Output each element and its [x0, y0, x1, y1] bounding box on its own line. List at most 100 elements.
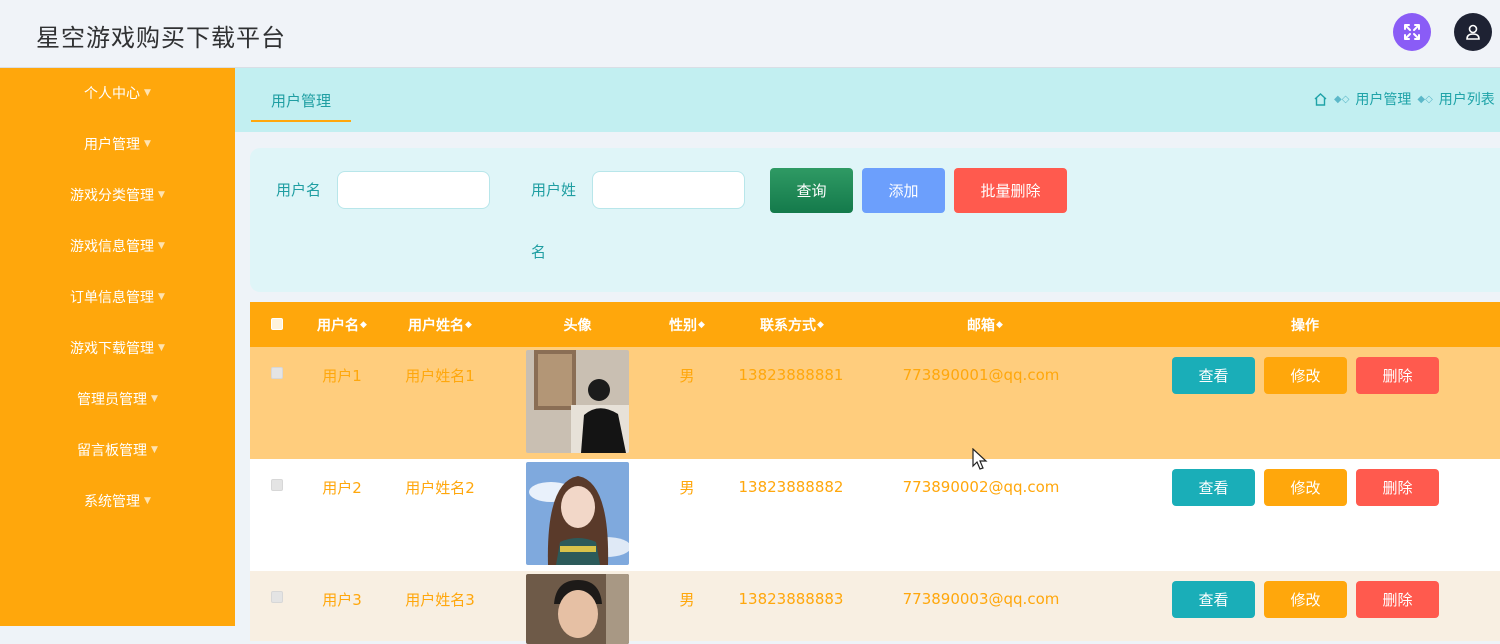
breadcrumb-separator-icon: ◆◇: [1334, 93, 1350, 105]
main-content: 用户管理 ◆◇ 用户管理 ◆◇ 用户列表 用户名 用户姓 名 查询 添加 批量删…: [235, 68, 1500, 644]
row-checkbox[interactable]: [271, 591, 283, 603]
table-row[interactable]: 用户1 用户姓名1 男 13823888881 773890001@qq.com…: [250, 347, 1500, 459]
sidebar-item-personal-center[interactable]: 个人中心 ▼: [0, 78, 235, 108]
column-header-actions: 操作: [1291, 317, 1319, 334]
top-header: 星空游戏购买下载平台: [0, 0, 1500, 68]
sidebar-item-label: 用户管理: [84, 137, 141, 153]
cell-email: 773890002@qq.com: [902, 478, 1060, 496]
cell-email: 773890001@qq.com: [902, 366, 1060, 384]
cell-gender: 男: [679, 590, 695, 609]
sort-icon: ◆: [817, 319, 824, 330]
caret-down-icon: ▼: [158, 292, 165, 302]
app-title: 星空游戏购买下载平台: [36, 24, 286, 52]
caret-down-icon: ▼: [151, 445, 158, 455]
home-icon[interactable]: [1313, 92, 1328, 107]
caret-down-icon: ▼: [158, 241, 165, 251]
edit-button[interactable]: 修改: [1264, 469, 1347, 506]
sidebar-item-label: 订单信息管理: [70, 290, 155, 306]
search-panel: 用户名 用户姓 名 查询 添加 批量删除: [250, 148, 1500, 292]
delete-button[interactable]: 删除: [1356, 581, 1439, 618]
sidebar-item-game-info[interactable]: 游戏信息管理 ▼: [0, 231, 235, 261]
cell-gender: 男: [679, 366, 695, 385]
sort-icon: ◆: [465, 319, 472, 330]
sidebar-item-game-category[interactable]: 游戏分类管理 ▼: [0, 180, 235, 210]
cell-phone: 13823888883: [738, 590, 844, 608]
breadcrumb: ◆◇ 用户管理 ◆◇ 用户列表: [1313, 89, 1495, 109]
view-button[interactable]: 查看: [1172, 469, 1255, 506]
sort-icon: ◆: [996, 319, 1003, 330]
add-button[interactable]: 添加: [862, 168, 945, 213]
caret-down-icon: ▼: [158, 190, 165, 200]
delete-button[interactable]: 删除: [1356, 469, 1439, 506]
caret-down-icon: ▼: [144, 496, 151, 506]
column-header-gender[interactable]: 性别 ◆: [650, 302, 724, 347]
caret-down-icon: ▼: [151, 394, 158, 404]
avatar-image: [526, 350, 629, 453]
user-icon: [1466, 24, 1480, 40]
column-header-avatar: 头像: [563, 317, 592, 334]
cell-email: 773890003@qq.com: [902, 590, 1060, 608]
sidebar-item-label: 系统管理: [84, 494, 141, 510]
breadcrumb-item[interactable]: 用户管理: [1355, 89, 1411, 109]
delete-button[interactable]: 删除: [1356, 357, 1439, 394]
column-header-username[interactable]: 用户名 ◆: [302, 302, 382, 347]
sidebar: 个人中心 ▼ 用户管理 ▼ 游戏分类管理 ▼ 游戏信息管理 ▼ 订单信息管理 ▼ 游戏下载…: [0, 68, 235, 626]
caret-down-icon: ▼: [144, 88, 151, 98]
expand-icon: [1404, 24, 1420, 40]
sort-icon: ◆: [698, 319, 705, 330]
column-header-email[interactable]: 邮箱 ◆: [910, 302, 1060, 347]
batch-delete-button[interactable]: 批量删除: [954, 168, 1067, 213]
username-label: 用户名: [276, 181, 322, 199]
sidebar-item-label: 留言板管理: [77, 443, 148, 459]
caret-down-icon: ▼: [144, 139, 151, 149]
cell-realname: 用户姓名3: [405, 590, 475, 609]
caret-down-icon: ▼: [158, 343, 165, 353]
user-table: 用户名 ◆ 用户姓名 ◆ 头像 性别 ◆ 联系方式 ◆ 邮箱 ◆ 操作 用户1 用户姓名1: [250, 302, 1500, 644]
select-all-checkbox[interactable]: [271, 318, 283, 330]
table-row[interactable]: 用户2 用户姓名2 男 13823888882 773890002@qq.com…: [250, 459, 1500, 571]
realname-search-input[interactable]: [592, 171, 745, 209]
cell-username: 用户3: [322, 590, 362, 609]
sort-icon: ◆: [360, 319, 367, 330]
avatar-image: [526, 574, 629, 644]
username-search-input[interactable]: [337, 171, 490, 209]
tab-bar: 用户管理 ◆◇ 用户管理 ◆◇ 用户列表: [235, 68, 1500, 132]
sidebar-item-user-management[interactable]: 用户管理 ▼: [0, 129, 235, 159]
cell-gender: 男: [679, 478, 695, 497]
sidebar-item-message-board[interactable]: 留言板管理 ▼: [0, 435, 235, 465]
view-button[interactable]: 查看: [1172, 581, 1255, 618]
realname-label: 用户姓: [531, 181, 577, 199]
cell-username: 用户1: [322, 366, 362, 385]
sidebar-item-system[interactable]: 系统管理 ▼: [0, 486, 235, 516]
sidebar-item-label: 个人中心: [84, 86, 141, 102]
view-button[interactable]: 查看: [1172, 357, 1255, 394]
sidebar-item-label: 游戏信息管理: [70, 239, 155, 255]
user-menu-button[interactable]: [1454, 13, 1492, 51]
table-header: 用户名 ◆ 用户姓名 ◆ 头像 性别 ◆ 联系方式 ◆ 邮箱 ◆ 操作: [250, 302, 1500, 347]
sidebar-item-admin[interactable]: 管理员管理 ▼: [0, 384, 235, 414]
avatar-image: [526, 462, 629, 565]
sidebar-item-label: 游戏分类管理: [70, 188, 155, 204]
breadcrumb-separator-icon: ◆◇: [1417, 93, 1433, 105]
sidebar-item-label: 游戏下载管理: [70, 341, 155, 357]
fullscreen-button[interactable]: [1393, 13, 1431, 51]
edit-button[interactable]: 修改: [1264, 581, 1347, 618]
breadcrumb-item: 用户列表: [1438, 92, 1495, 108]
row-checkbox[interactable]: [271, 367, 283, 379]
sidebar-item-order-info[interactable]: 订单信息管理 ▼: [0, 282, 235, 312]
tab-user-management[interactable]: 用户管理: [251, 80, 351, 122]
edit-button[interactable]: 修改: [1264, 357, 1347, 394]
cell-realname: 用户姓名2: [405, 478, 475, 497]
mouse-cursor-icon: [972, 448, 988, 470]
column-header-realname[interactable]: 用户姓名 ◆: [390, 302, 490, 347]
sidebar-item-game-download[interactable]: 游戏下载管理 ▼: [0, 333, 235, 363]
table-row[interactable]: 用户3 用户姓名3 男 13823888883 773890003@qq.com…: [250, 571, 1500, 644]
cell-realname: 用户姓名1: [405, 366, 475, 385]
query-button[interactable]: 查询: [770, 168, 853, 213]
realname-label-wrap: 名: [531, 243, 547, 261]
cell-phone: 13823888881: [738, 366, 844, 384]
cell-phone: 13823888882: [738, 478, 844, 496]
row-checkbox[interactable]: [271, 479, 283, 491]
column-header-phone[interactable]: 联系方式 ◆: [742, 302, 842, 347]
cell-username: 用户2: [322, 478, 362, 497]
